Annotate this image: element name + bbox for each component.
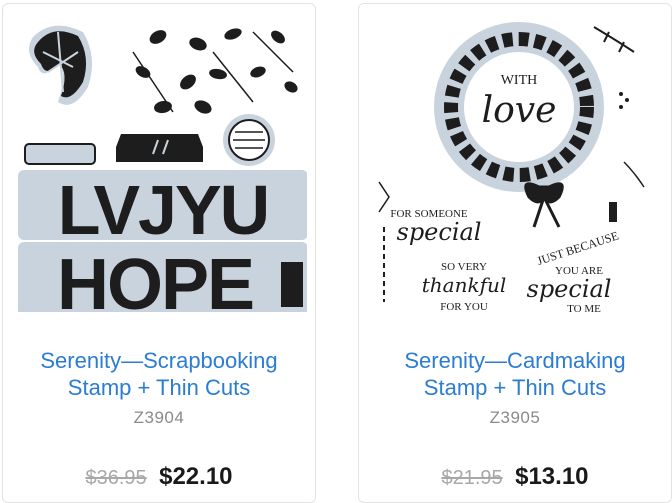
stamp-text-special-2: special	[527, 275, 612, 303]
leaf-sprig-icon	[593, 26, 635, 53]
product-title-line1[interactable]: Serenity—Cardmaking	[404, 348, 625, 373]
product-title[interactable]: Serenity—Scrapbooking Stamp + Thin Cuts	[3, 347, 315, 401]
stamp-text-just-because: JUST BECAUSE	[535, 228, 620, 268]
product-card-scrapbooking[interactable]: LVJYU HOPE Serenity—Scrapbooking Stamp +…	[2, 3, 316, 503]
stamp-text-so-very: SO VERY	[441, 261, 487, 273]
product-sku: Z3904	[133, 408, 185, 427]
product-sku: Z3905	[489, 408, 541, 427]
product-image-cardmaking-stamp[interactable]: WITH love FOR SOMEONE special SO VERY th…	[369, 12, 663, 312]
stamp-text-thankful: thankful	[422, 273, 507, 297]
product-title-line1[interactable]: Serenity—Scrapbooking	[40, 348, 277, 373]
stamp-text-love: love	[482, 90, 557, 131]
product-card-cardmaking[interactable]: WITH love FOR SOMEONE special SO VERY th…	[358, 3, 672, 503]
sale-price: $13.10	[515, 463, 589, 490]
tag-shape-icon	[24, 143, 96, 165]
stamp-text-for-you: FOR YOU	[440, 301, 488, 312]
stamp-text-special-1: special	[397, 218, 482, 246]
product-title[interactable]: Serenity—Cardmaking Stamp + Thin Cuts	[359, 347, 671, 401]
leaf-wreath-icon	[29, 25, 92, 105]
leaf-sprigs-icon	[132, 28, 298, 114]
price-row: $21.95 $13.10	[359, 463, 671, 491]
original-price: $36.95	[85, 467, 147, 489]
product-image-scrapbooking-stamp[interactable]: LVJYU HOPE	[13, 12, 307, 312]
price-row: $36.95 $22.10	[3, 463, 315, 491]
stamp-text-with: WITH	[501, 73, 538, 88]
ticket-shape-icon	[116, 134, 203, 162]
product-title-line2[interactable]: Stamp + Thin Cuts	[424, 375, 606, 400]
product-title-line2[interactable]: Stamp + Thin Cuts	[68, 375, 250, 400]
sale-price: $22.10	[159, 463, 233, 490]
alphabet-stamp-letters: LVJYU	[58, 171, 268, 249]
stamp-text-to-me: TO ME	[567, 303, 601, 312]
bow-icon	[524, 182, 564, 228]
original-price: $21.95	[441, 467, 503, 489]
hope-stamp-word: HOPE	[57, 245, 253, 312]
